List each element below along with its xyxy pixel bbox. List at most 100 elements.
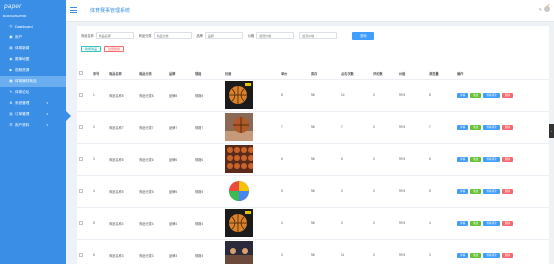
review-button[interactable]: 查看评论 (483, 156, 500, 162)
table-row: 5 商品名称4 商品分类4 品牌4 规格4 4 98 0 0 99.9 4 详情 修改 查看评论 删除 (77, 207, 549, 240)
menu-toggle-icon[interactable] (70, 7, 77, 13)
category-input[interactable] (153, 32, 192, 39)
cell-brand: 品牌3 (167, 239, 193, 264)
edit-button[interactable]: 修改 (470, 92, 482, 98)
batch-delete-button[interactable]: 批量删除 (104, 46, 125, 52)
brand-input[interactable] (204, 32, 243, 39)
side-tab-arrow-icon[interactable]: ‹ (549, 124, 554, 138)
cell-stock: 98 (309, 79, 339, 112)
row-select-cell[interactable] (77, 111, 91, 144)
review-button[interactable]: 查看评论 (483, 252, 500, 258)
cell-unit: 4 (279, 207, 309, 240)
detail-button[interactable]: 详情 (457, 156, 469, 162)
price-min-input[interactable] (256, 32, 295, 39)
sidebar-item-5[interactable]: ▦ 体育器材商品 (0, 76, 66, 87)
cover-cell (223, 175, 279, 208)
edit-button[interactable]: 修改 (470, 124, 482, 130)
detail-button[interactable]: 详情 (457, 252, 469, 258)
sidebar-item-8[interactable]: ▥ 订单管理 ▾ (0, 109, 66, 120)
table-row: 1 商品名称8 商品分类8 品牌8 规格8 8 98 14 0 99.9 8 详情 修改 查看评论 删除 (77, 79, 549, 112)
detail-button[interactable]: 详情 (457, 220, 469, 226)
cell-unit: 7 (279, 111, 309, 144)
row-select-cell[interactable] (77, 239, 91, 264)
row-select-cell[interactable] (77, 207, 91, 240)
sidebar-item-1[interactable]: ▣ 用户 (0, 32, 66, 43)
edit-button[interactable]: 修改 (470, 156, 482, 162)
sidebar-item-label: 体育论坛 (15, 90, 30, 94)
cell-comments: 0 (371, 143, 397, 176)
cell-category: 商品分类3 (137, 239, 167, 264)
search-button[interactable]: 查询 (352, 31, 375, 40)
shop-icon: ▦ (9, 79, 13, 83)
sidebar-item-2[interactable]: ▤ 体育新闻 (0, 43, 66, 54)
cell-unit: 3 (279, 239, 309, 264)
table-row: 4 商品名称5 商品分类5 品牌5 规格5 5 98 0 0 99.9 5 详情 修改 查看评论 删除 (77, 175, 549, 208)
sidebar-item-9[interactable]: ☰ 用户资料 ▾ (0, 120, 66, 131)
row-select-cell[interactable] (77, 79, 91, 112)
name-label: 商品名称 (81, 34, 94, 38)
order-icon: ▥ (9, 112, 13, 116)
edit-button[interactable]: 修改 (470, 188, 482, 194)
column-header: 价格 (397, 69, 427, 80)
cell-comments: 0 (371, 239, 397, 264)
page-title: 体育赛事管理系统 (90, 8, 131, 14)
column-header: 库存 (309, 69, 339, 80)
sidebar-item-4[interactable]: ▶ 视频资源 (0, 65, 66, 76)
cell-unit: 6 (279, 143, 309, 176)
delete-button[interactable]: 删除 (501, 92, 513, 98)
table-row: 6 商品名称3 商品分类3 品牌3 规格3 3 98 11 0 99.9 3 详情 修改 查看评论 删除 (77, 239, 549, 264)
cell-spec: 规格6 (193, 143, 223, 176)
sidebar-item-0[interactable]: ◎ Dashboard (0, 21, 66, 32)
sidebar-item-6[interactable]: ✎ 体育论坛 (0, 87, 66, 98)
row-select-cell[interactable] (77, 175, 91, 208)
table-header-row: 序号 商品名称 商品分类 品牌 规格 封面 单价 库存 点击次数 评论数 价格 浏览量 操作 (77, 69, 549, 80)
notification-icon[interactable]: ✎ (539, 7, 542, 12)
delete-button[interactable]: 删除 (501, 252, 513, 258)
sidebar-item-label: Dashboard (15, 24, 33, 29)
delete-button[interactable]: 删除 (501, 156, 513, 162)
row-checkbox[interactable] (79, 156, 83, 161)
edit-icon[interactable]: ✐ (547, 3, 550, 8)
cell-category: 商品分类7 (137, 111, 167, 144)
cell-brand: 品牌5 (167, 175, 193, 208)
name-input[interactable] (95, 32, 134, 39)
brand-label: 品牌 (196, 34, 203, 38)
detail-button[interactable]: 详情 (457, 92, 469, 98)
row-checkbox[interactable] (79, 92, 83, 97)
delete-button[interactable]: 删除 (501, 124, 513, 130)
cell-unit: 8 (279, 79, 309, 112)
cell-spec: 规格3 (193, 239, 223, 264)
sidebar-item-7[interactable]: ⚙ 系统管理 ▾ (0, 98, 66, 109)
add-button[interactable]: 新增商品 (81, 46, 102, 52)
row-select-cell[interactable] (77, 143, 91, 176)
edit-button[interactable]: 修改 (470, 252, 482, 258)
row-checkbox[interactable] (79, 188, 83, 193)
delete-button[interactable]: 删除 (501, 220, 513, 226)
cell-price: 99.9 (397, 239, 427, 264)
sidebar-item-3[interactable]: ◉ 赛事地图 (0, 54, 66, 65)
cover-cell (223, 143, 279, 176)
row-checkbox[interactable] (79, 252, 83, 257)
dashboard-icon: ◎ (9, 24, 13, 28)
delete-button[interactable]: 删除 (501, 188, 513, 194)
column-header: 浏览量 (427, 69, 455, 80)
product-image (225, 113, 279, 141)
row-checkbox[interactable] (79, 220, 83, 225)
price-max-input[interactable] (299, 32, 338, 39)
review-button[interactable]: 查看评论 (483, 92, 500, 98)
review-button[interactable]: 查看评论 (483, 124, 500, 130)
column-header: 商品分类 (137, 69, 167, 80)
edit-button[interactable]: 修改 (470, 220, 482, 226)
review-button[interactable]: 查看评论 (483, 220, 500, 226)
action-bar: 新增商品 批量删除 (81, 46, 125, 52)
detail-button[interactable]: 详情 (457, 124, 469, 130)
cell-index: 2 (91, 111, 107, 144)
select-all-cell[interactable] (77, 69, 91, 80)
cell-price: 99.9 (397, 143, 427, 176)
ops-cell: 详情 修改 查看评论 删除 (455, 175, 549, 208)
detail-button[interactable]: 详情 (457, 188, 469, 194)
row-checkbox[interactable] (79, 124, 83, 129)
review-button[interactable]: 查看评论 (483, 188, 500, 194)
select-all-checkbox[interactable] (79, 71, 83, 76)
column-header: 点击次数 (339, 69, 371, 80)
